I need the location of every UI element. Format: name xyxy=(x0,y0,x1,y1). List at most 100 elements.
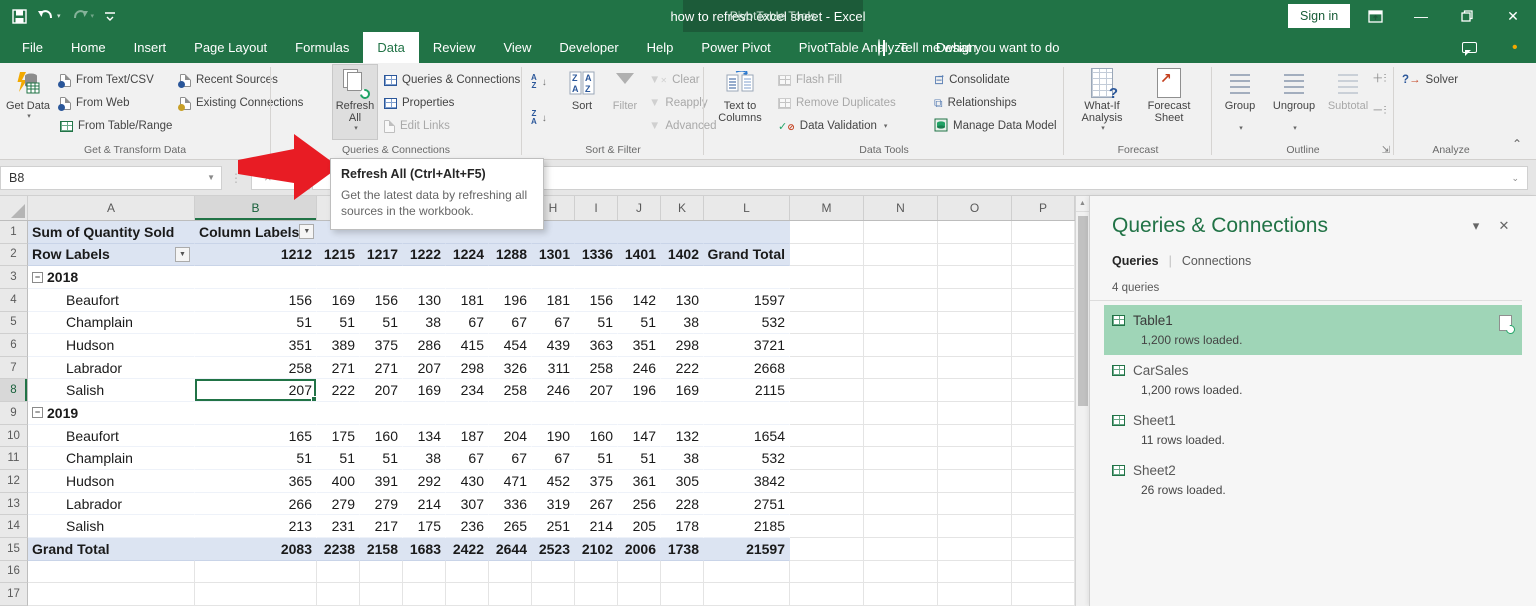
scrollbar-thumb[interactable] xyxy=(1078,216,1088,406)
cell[interactable]: 430 xyxy=(446,470,489,493)
cell[interactable] xyxy=(618,221,661,244)
cell[interactable]: 205 xyxy=(618,515,661,538)
remove-duplicates-button[interactable]: Remove Duplicates xyxy=(778,92,896,114)
cell[interactable] xyxy=(1012,515,1075,538)
cell[interactable] xyxy=(790,312,864,335)
cell[interactable] xyxy=(938,244,1012,267)
cell[interactable]: 67 xyxy=(532,447,575,470)
column-header-O[interactable]: O xyxy=(938,196,1012,220)
cell[interactable]: 156 xyxy=(575,289,618,312)
panel-tab-queries[interactable]: Queries xyxy=(1112,254,1159,268)
cell[interactable] xyxy=(790,266,864,289)
what-if-analysis-button[interactable]: ? What-If Analysis▾ xyxy=(1070,65,1134,141)
cell[interactable]: 196 xyxy=(489,289,532,312)
cell[interactable] xyxy=(661,561,704,584)
tab-home[interactable]: Home xyxy=(57,32,120,63)
tab-view[interactable]: View xyxy=(489,32,545,63)
undo-icon[interactable]: ▾ xyxy=(37,9,61,24)
cell[interactable] xyxy=(1012,447,1075,470)
column-labels-filter-icon[interactable]: ▼ xyxy=(299,224,314,239)
cell[interactable] xyxy=(1012,470,1075,493)
cell[interactable] xyxy=(864,289,938,312)
row-header-15[interactable]: 15 xyxy=(0,538,28,561)
cell[interactable]: 51 xyxy=(360,312,403,335)
relationships-button[interactable]: ⧉ Relationships xyxy=(934,92,1017,114)
row-header-11[interactable]: 11 xyxy=(0,447,28,470)
cell[interactable]: 51 xyxy=(360,447,403,470)
forecast-sheet-button[interactable]: ↗ Forecast Sheet xyxy=(1138,65,1200,141)
cell[interactable]: 271 xyxy=(360,357,403,380)
cell[interactable]: 67 xyxy=(532,312,575,335)
cell[interactable]: 51 xyxy=(575,447,618,470)
cell[interactable] xyxy=(864,493,938,516)
cell[interactable] xyxy=(790,583,864,606)
cell[interactable]: 67 xyxy=(446,312,489,335)
cell[interactable]: 246 xyxy=(532,379,575,402)
refresh-all-button[interactable]: Refresh All▾ xyxy=(333,65,377,139)
cell[interactable]: 130 xyxy=(403,289,446,312)
cell[interactable]: 1215 xyxy=(317,244,360,267)
cell[interactable]: 258 xyxy=(489,379,532,402)
cell[interactable] xyxy=(446,583,489,606)
column-header-P[interactable]: P xyxy=(1012,196,1075,220)
cell[interactable]: 1336 xyxy=(575,244,618,267)
cell[interactable]: 1683 xyxy=(403,538,446,561)
cell[interactable]: 67 xyxy=(489,312,532,335)
data-validation-button[interactable]: ✓⊘ Data Validation▾ xyxy=(778,115,887,137)
column-header-B[interactable]: B xyxy=(195,196,317,220)
cell[interactable]: 181 xyxy=(532,289,575,312)
queries-connections-button[interactable]: Queries & Connections xyxy=(384,69,520,91)
cell[interactable]: 2083 xyxy=(195,538,317,561)
cell[interactable]: 1301 xyxy=(532,244,575,267)
cell[interactable]: 156 xyxy=(360,289,403,312)
cell[interactable] xyxy=(704,221,790,244)
cell[interactable] xyxy=(704,561,790,584)
panel-close-icon[interactable]: ✕ xyxy=(1490,218,1518,234)
row-header-17[interactable]: 17 xyxy=(0,583,28,606)
cell[interactable]: 3842 xyxy=(704,470,790,493)
cell[interactable]: 67 xyxy=(446,447,489,470)
row-header-1[interactable]: 1 xyxy=(0,221,28,244)
hide-detail-icon[interactable]: －⫶ xyxy=(1372,99,1386,121)
cell[interactable]: Champlain xyxy=(28,447,195,470)
cell[interactable] xyxy=(864,515,938,538)
cell[interactable]: 169 xyxy=(403,379,446,402)
cell[interactable] xyxy=(195,402,317,425)
cell[interactable] xyxy=(618,266,661,289)
solver-button[interactable]: ?→ Solver xyxy=(1402,69,1458,91)
cell[interactable]: 1212 xyxy=(195,244,317,267)
cell[interactable] xyxy=(938,447,1012,470)
cell[interactable]: −2018 xyxy=(28,266,195,289)
cell[interactable] xyxy=(938,425,1012,448)
sign-in-button[interactable]: Sign in xyxy=(1288,4,1350,28)
cell[interactable] xyxy=(195,583,317,606)
cell[interactable]: 1738 xyxy=(661,538,704,561)
cell[interactable]: 51 xyxy=(195,447,317,470)
cell[interactable]: 2102 xyxy=(575,538,618,561)
cell[interactable] xyxy=(618,561,661,584)
cell[interactable] xyxy=(618,402,661,425)
cell[interactable] xyxy=(28,561,195,584)
cell[interactable]: 2668 xyxy=(704,357,790,380)
cell[interactable]: 67 xyxy=(489,447,532,470)
cell[interactable]: 361 xyxy=(618,470,661,493)
cell[interactable]: 319 xyxy=(532,493,575,516)
cell[interactable]: 1402 xyxy=(661,244,704,267)
cell[interactable]: 256 xyxy=(618,493,661,516)
enter-icon[interactable]: ✓ xyxy=(286,170,297,186)
flash-fill-button[interactable]: Flash Fill xyxy=(778,69,842,91)
cell[interactable]: 532 xyxy=(704,312,790,335)
select-all-corner[interactable] xyxy=(0,196,28,220)
cell[interactable] xyxy=(317,402,360,425)
cell[interactable]: 175 xyxy=(403,515,446,538)
cell[interactable] xyxy=(790,538,864,561)
cell[interactable] xyxy=(403,561,446,584)
cell[interactable] xyxy=(1012,583,1075,606)
cell[interactable] xyxy=(575,402,618,425)
cell[interactable] xyxy=(938,493,1012,516)
cell[interactable]: Grand Total xyxy=(28,538,195,561)
cell[interactable] xyxy=(360,402,403,425)
panel-dropdown-icon[interactable]: ▾ xyxy=(1462,218,1490,234)
cell[interactable] xyxy=(1012,561,1075,584)
cell[interactable]: 246 xyxy=(618,357,661,380)
